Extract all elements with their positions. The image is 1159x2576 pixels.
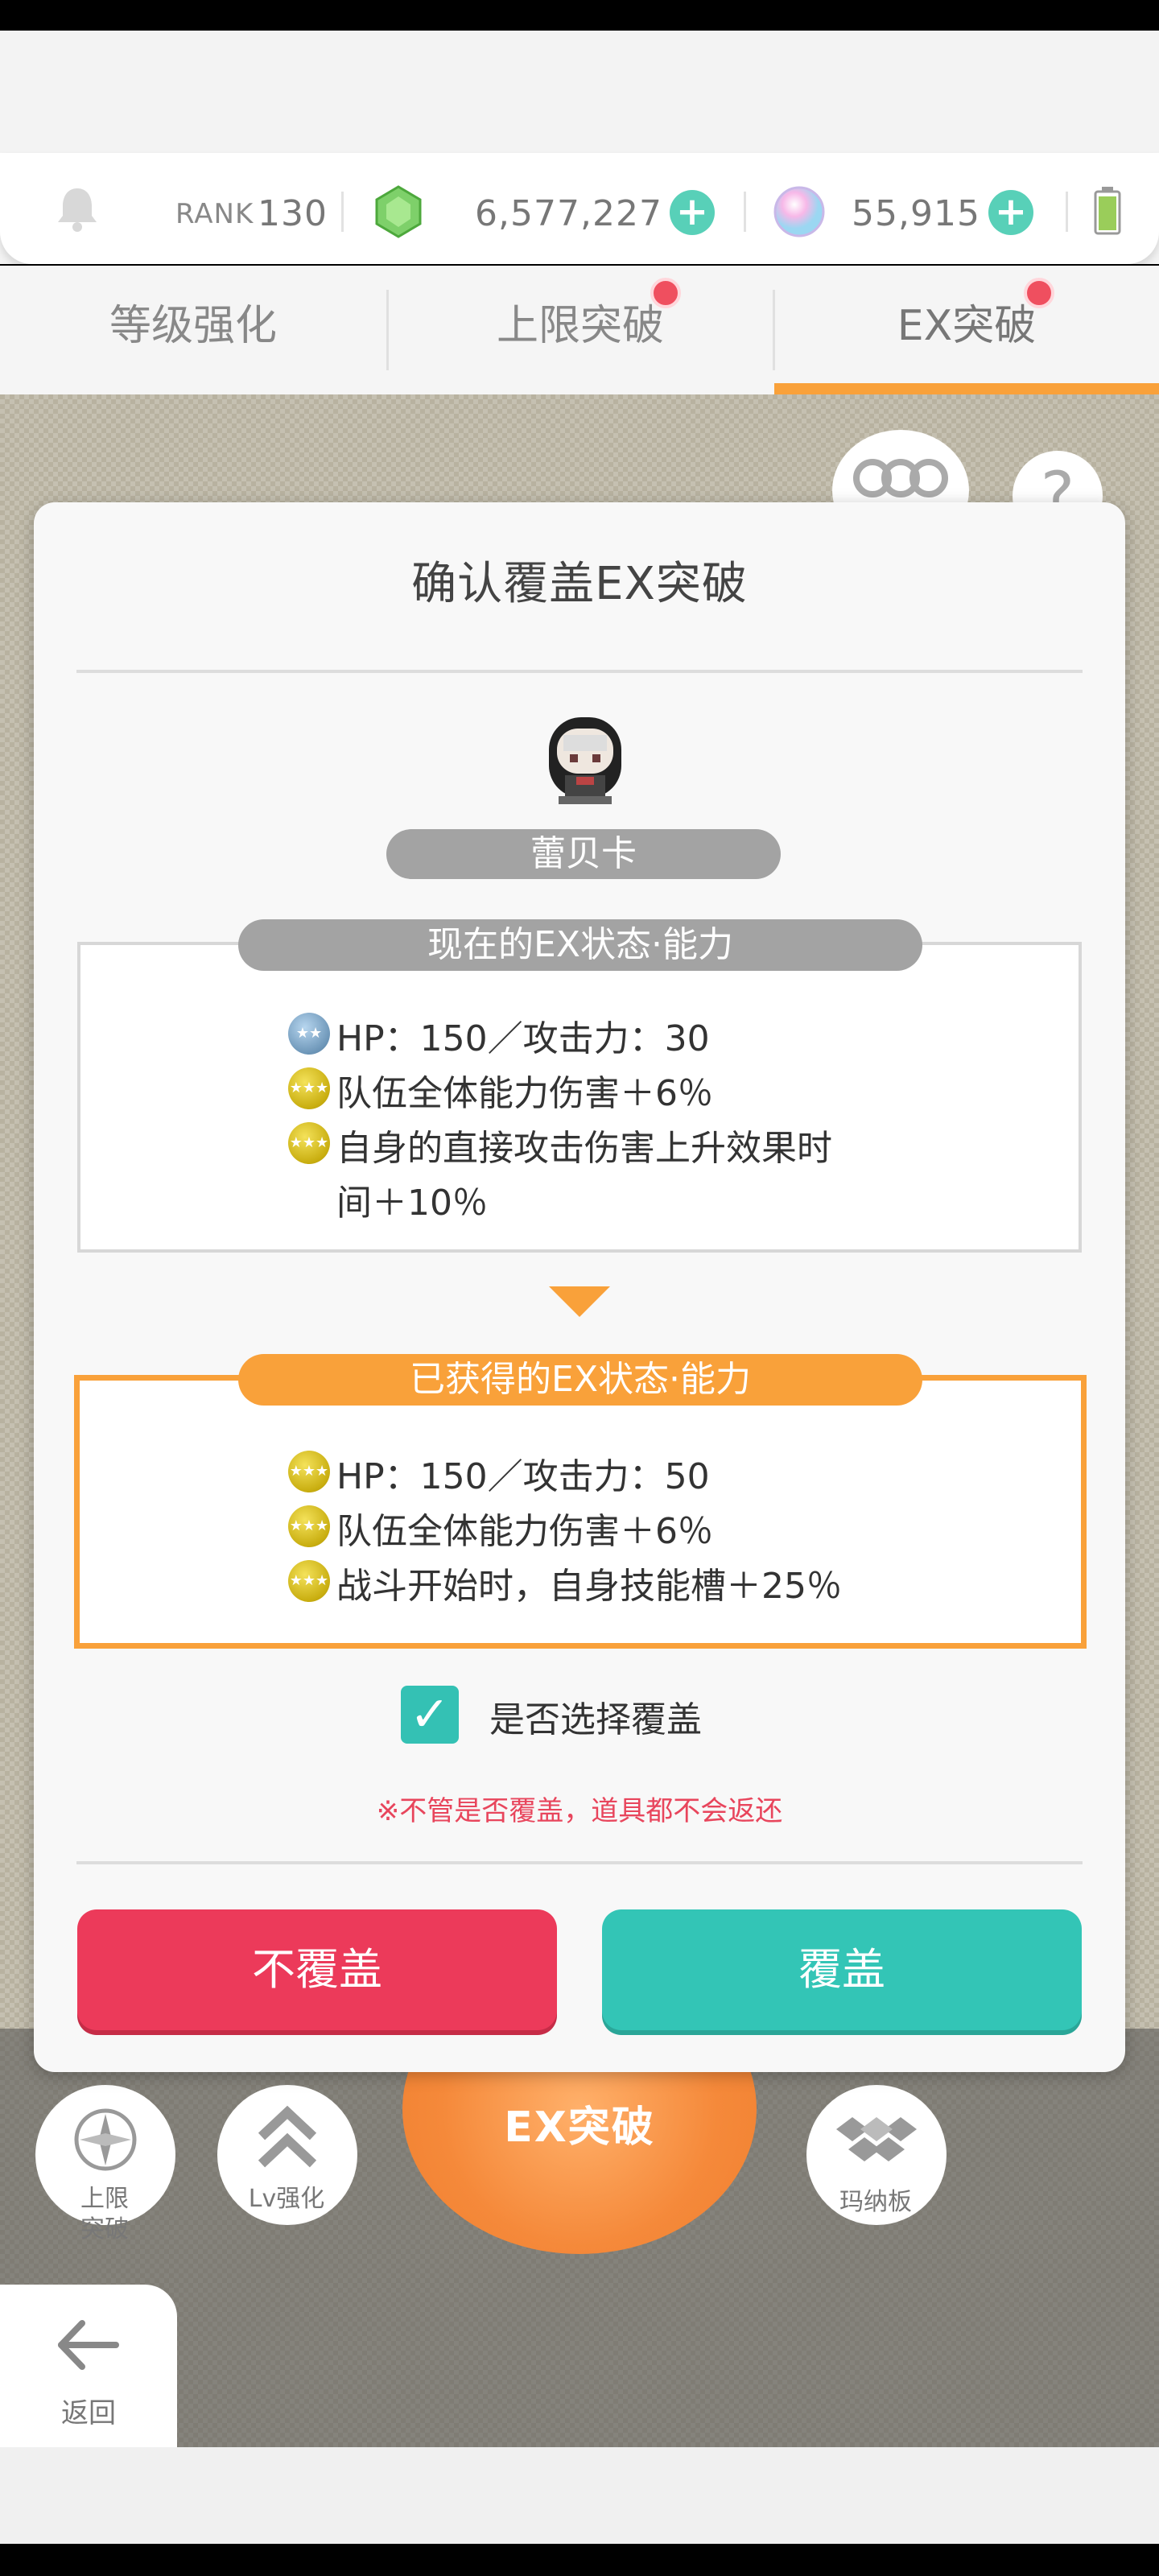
overwrite-checkbox[interactable]: ✓ — [401, 1686, 459, 1744]
dialog-title: 确认覆盖EX突破 — [411, 558, 748, 610]
divider — [341, 192, 344, 232]
add-crystals-button[interactable]: + — [988, 190, 1033, 235]
star-badge-icon: ★★★ — [288, 1560, 330, 1602]
active-tab-indicator — [774, 383, 1159, 394]
star-badge-icon: ★★ — [288, 1013, 330, 1055]
level-up-nav-label: Lv强化 — [248, 2185, 325, 2213]
star-badge-icon: ★★★ — [288, 1122, 330, 1164]
limit-break-nav-label-2: 突破 — [80, 2215, 129, 2244]
warning-note: ※不管是否覆盖，道具都不会返还 — [376, 1795, 783, 1827]
star-badge-icon: ★★★ — [288, 1505, 330, 1547]
character-avatar — [549, 717, 621, 804]
divider — [76, 1861, 1083, 1864]
divider — [76, 670, 1083, 673]
gem-count: 6,577,227 — [475, 193, 662, 234]
tab-ex-break[interactable]: EX突破 — [773, 266, 1159, 390]
system-bar — [0, 2544, 1159, 2576]
bell-icon[interactable] — [53, 184, 101, 235]
rank-value: 130 — [258, 193, 328, 234]
current-ex-line: 队伍全体能力伤害＋6％ — [336, 1073, 713, 1114]
new-ex-line: 战斗开始时，自身技能槽＋25％ — [336, 1566, 842, 1607]
crystal-count: 55,915 — [852, 193, 980, 234]
screen: RANK 130 6,577,227 + 55,915 + 等级强化 上限突破 … — [0, 0, 1159, 2576]
rank-label: RANK — [175, 198, 254, 230]
notification-dot — [650, 278, 681, 308]
battery-icon — [1094, 187, 1121, 235]
double-chevron-up-icon — [258, 2105, 317, 2168]
tab-level-up[interactable]: 等级强化 — [0, 266, 386, 390]
current-ex-line: HP：150／攻击力：30 — [336, 1018, 710, 1059]
new-ex-header: 已获得的EX状态·能力 — [238, 1354, 922, 1406]
current-ex-line: 自身的直接攻击伤害上升效果时 — [336, 1128, 832, 1169]
back-arrow-icon — [58, 2320, 119, 2370]
character-name: 蕾贝卡 — [386, 829, 781, 879]
current-ex-line: 间＋10％ — [336, 1183, 488, 1224]
cancel-button[interactable]: 不覆盖 — [77, 1909, 557, 2030]
star-badge-icon: ★★★ — [288, 1067, 330, 1109]
tab-limit-break[interactable]: 上限突破 — [387, 266, 773, 390]
new-ex-line: HP：150／攻击力：50 — [336, 1456, 710, 1497]
mana-board-nav-label: 玛纳板 — [839, 2188, 912, 2216]
divider — [1066, 192, 1068, 232]
notification-dot — [1024, 278, 1054, 308]
ex-break-orb-label: EX突破 — [504, 2103, 655, 2152]
system-nav-area — [0, 2447, 1159, 2544]
compass-icon — [74, 2108, 137, 2171]
current-ex-header: 现在的EX状态·能力 — [238, 919, 922, 971]
checkmark-icon: ✓ — [409, 1686, 451, 1743]
gem-icon — [375, 185, 422, 238]
back-label: 返回 — [61, 2397, 116, 2429]
crystal-icon — [773, 186, 825, 237]
star-badge-icon: ★★★ — [288, 1451, 330, 1492]
overwrite-checkbox-label[interactable]: 是否选择覆盖 — [489, 1690, 702, 1742]
back-button[interactable]: 返回 — [0, 2285, 177, 2454]
confirm-overwrite-button[interactable]: 覆盖 — [602, 1909, 1082, 2030]
status-bar — [0, 0, 1159, 31]
divider — [744, 192, 746, 232]
add-gems-button[interactable]: + — [670, 190, 715, 235]
mana-board-icon — [836, 2117, 917, 2161]
new-ex-line: 队伍全体能力伤害＋6％ — [336, 1511, 713, 1552]
down-arrow-icon — [549, 1286, 610, 1317]
